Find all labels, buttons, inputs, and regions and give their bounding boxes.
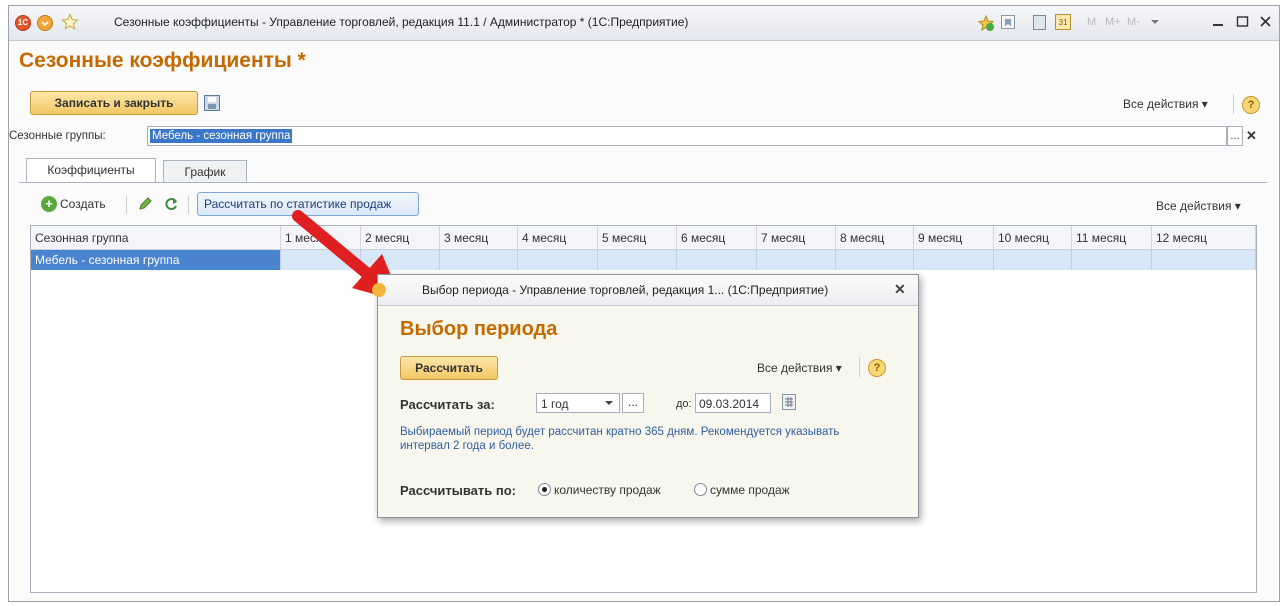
favorites-add-icon[interactable] — [977, 14, 995, 35]
dialog-close-icon[interactable]: ✕ — [894, 281, 906, 298]
close-window-icon[interactable] — [1259, 15, 1272, 31]
column-header[interactable]: 8 месяц — [836, 226, 914, 250]
period-choose-button[interactable]: ... — [622, 393, 644, 413]
column-header[interactable]: 12 месяц — [1152, 226, 1256, 250]
window-title: Сезонные коэффициенты - Управление торго… — [114, 15, 689, 29]
title-bar: 1C Сезонные коэффициенты - Управление то… — [9, 6, 1279, 41]
table-row-selected[interactable]: Мебель - сезонная группа — [31, 250, 281, 270]
calculate-button[interactable]: Рассчитать — [400, 356, 498, 380]
table-cell[interactable] — [440, 250, 518, 270]
period-dialog: Выбор периода - Управление торговлей, ре… — [372, 274, 919, 518]
tab-panel-border — [19, 182, 1267, 183]
column-header[interactable]: 7 месяц — [757, 226, 836, 250]
table-cell[interactable] — [1072, 250, 1152, 270]
edit-icon[interactable] — [137, 196, 153, 215]
to-date-input[interactable]: 09.03.2014 — [695, 393, 771, 413]
period-select[interactable]: 1 год — [536, 393, 620, 413]
minimize-icon[interactable] — [1212, 16, 1224, 31]
to-date-value: 09.03.2014 — [699, 397, 760, 411]
memory-m-button[interactable]: M — [1087, 16, 1096, 28]
divider — [859, 357, 860, 377]
seasonal-group-clear-icon[interactable]: ✕ — [1246, 128, 1257, 144]
tab-chart[interactable]: График — [163, 160, 247, 183]
dialog-all-actions[interactable]: Все действия ▾ — [757, 361, 842, 375]
column-header[interactable]: 9 месяц — [914, 226, 994, 250]
table-cell[interactable] — [914, 250, 994, 270]
period-hint: Выбираемый период будет рассчитан кратно… — [400, 426, 840, 452]
radio-by-quantity-label[interactable]: количеству продаж — [554, 483, 661, 497]
divider — [126, 196, 127, 214]
calendar-picker-icon[interactable] — [782, 394, 796, 410]
seasonal-group-choose-button[interactable]: ... — [1227, 126, 1243, 146]
dialog-window-title: Выбор периода - Управление торговлей, ре… — [422, 283, 829, 297]
favorite-star-icon[interactable] — [61, 13, 79, 34]
memory-mminus-button[interactable]: M- — [1127, 16, 1140, 28]
column-header[interactable]: 6 месяц — [677, 226, 757, 250]
column-header[interactable]: 4 месяц — [518, 226, 598, 250]
dialog-help-icon[interactable]: ? — [868, 359, 886, 377]
radio-by-sum-label[interactable]: сумме продаж — [710, 483, 790, 497]
divider — [188, 196, 189, 214]
table-cell[interactable] — [994, 250, 1072, 270]
menu-dropdown-icon[interactable] — [37, 15, 53, 31]
save-icon[interactable] — [204, 95, 220, 111]
table-all-actions[interactable]: Все действия ▾ — [1156, 199, 1241, 213]
calc-by-label: Рассчитывать по: — [400, 483, 517, 498]
period-select-value: 1 год — [541, 397, 569, 411]
seasonal-group-label: Сезонные группы: — [9, 130, 106, 142]
radio-by-quantity[interactable] — [538, 483, 551, 496]
table-cell[interactable] — [836, 250, 914, 270]
column-header[interactable]: 11 месяц — [1072, 226, 1152, 250]
column-header[interactable]: 10 месяц — [994, 226, 1072, 250]
radio-by-sum[interactable] — [694, 483, 707, 496]
column-header[interactable]: 5 месяц — [598, 226, 677, 250]
create-label: Создать — [60, 197, 106, 211]
tab-coefficients[interactable]: Коэффициенты — [26, 158, 156, 183]
radio-dot — [542, 487, 547, 492]
table-cell[interactable] — [677, 250, 757, 270]
dialog-title: Выбор периода — [400, 318, 558, 340]
seasonal-group-input[interactable]: Мебель - сезонная группа — [147, 126, 1227, 146]
form-title: Сезонные коэффициенты * — [19, 49, 306, 72]
form-all-actions[interactable]: Все действия ▾ — [1123, 97, 1208, 111]
table-cell[interactable] — [757, 250, 836, 270]
to-date-label: до: — [676, 398, 692, 410]
divider — [1233, 94, 1234, 114]
calculator-icon[interactable] — [1033, 15, 1046, 30]
period-label: Рассчитать за: — [400, 397, 495, 412]
dialog-title-bar: Выбор периода - Управление торговлей, ре… — [372, 275, 918, 306]
table-cell[interactable] — [598, 250, 677, 270]
calendar-icon[interactable]: 31 — [1055, 14, 1071, 30]
add-icon: + — [41, 196, 57, 212]
save-close-button[interactable]: Записать и закрыть — [30, 91, 198, 115]
table-cell[interactable] — [1152, 250, 1256, 270]
customize-dropdown-icon[interactable] — [1150, 16, 1160, 30]
maximize-icon[interactable] — [1236, 15, 1249, 31]
app-logo-icon[interactable]: 1C — [15, 15, 31, 31]
chevron-down-icon[interactable] — [603, 397, 615, 412]
column-header[interactable]: 3 месяц — [440, 226, 518, 250]
dialog-app-icon — [372, 283, 386, 297]
table-cell[interactable] — [518, 250, 598, 270]
table-cell: Мебель - сезонная группа — [35, 253, 180, 267]
column-header[interactable]: Сезонная группа — [31, 226, 281, 250]
memory-mplus-button[interactable]: M+ — [1105, 16, 1121, 28]
refresh-icon[interactable] — [163, 196, 179, 215]
bookmark-icon[interactable] — [1001, 15, 1015, 29]
seasonal-group-value: Мебель - сезонная группа — [150, 129, 293, 143]
form-help-icon[interactable]: ? — [1242, 96, 1260, 114]
